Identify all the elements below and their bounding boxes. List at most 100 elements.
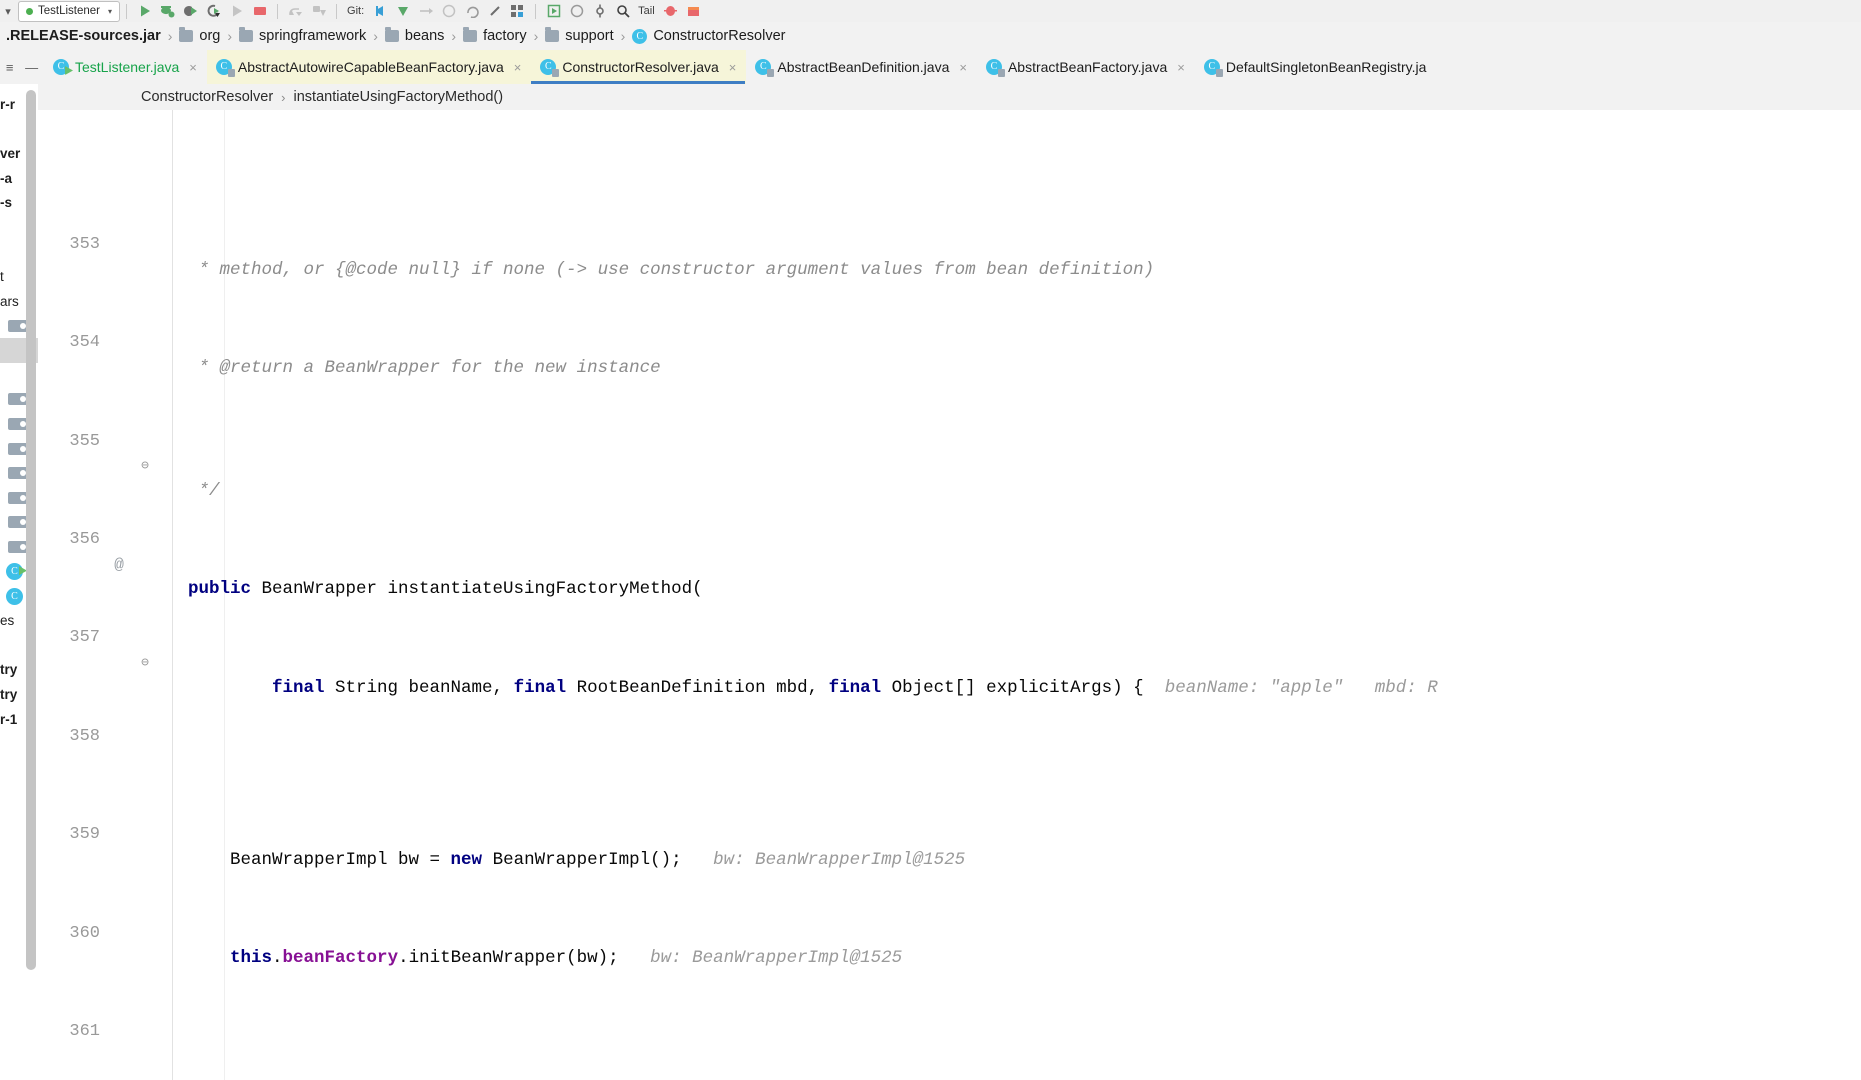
close-icon[interactable]: × bbox=[189, 60, 197, 75]
minimize-icon[interactable]: — bbox=[25, 60, 38, 75]
breadcrumb-springframework-label: springframework bbox=[259, 28, 367, 44]
edit-icon[interactable] bbox=[484, 1, 505, 21]
breadcrumb-item-beans[interactable]: beans bbox=[379, 22, 451, 50]
close-icon[interactable]: × bbox=[1177, 60, 1185, 75]
navigation-bar: .RELEASE-sources.jar › org › springframe… bbox=[0, 22, 1861, 51]
line-number: 355 bbox=[69, 431, 100, 451]
tab-label: DefaultSingletonBeanRegistry.ja bbox=[1225, 59, 1427, 75]
project-tool-window-strip[interactable]: r-r ver -a -s t ars C C es try try r-1 bbox=[0, 84, 39, 1080]
close-icon[interactable]: × bbox=[729, 60, 737, 75]
stop-icon[interactable] bbox=[249, 1, 270, 21]
push-icon[interactable] bbox=[415, 1, 436, 21]
external-tool-icon[interactable] bbox=[543, 1, 564, 21]
toolbar-divider-2 bbox=[277, 3, 279, 19]
breadcrumb-class-label: ConstructorResolver bbox=[653, 28, 786, 44]
breadcrumb-item-support[interactable]: support bbox=[539, 22, 619, 50]
toolbar-back-chevron-icon[interactable]: ▾ bbox=[0, 5, 16, 18]
breadcrumb-separator: › bbox=[167, 28, 173, 44]
breadcrumb-jar-label: .RELEASE-sources.jar bbox=[6, 28, 161, 44]
pull-icon[interactable] bbox=[308, 1, 329, 21]
breadcrumb-class-name[interactable]: ConstructorResolver bbox=[141, 89, 273, 105]
line-number: 360 bbox=[69, 923, 100, 943]
code-editor[interactable]: 353 * method, or {@code null} if none (-… bbox=[38, 110, 1861, 1080]
run-icon[interactable] bbox=[134, 1, 155, 21]
run-anything-icon[interactable] bbox=[566, 1, 587, 21]
folder-icon bbox=[239, 27, 254, 42]
code-line[interactable]: 355 ⊖ */ bbox=[38, 405, 1861, 501]
breadcrumb-item-org[interactable]: org bbox=[173, 22, 226, 50]
code-line[interactable]: 357 ⊖ final String beanName, final RootB… bbox=[38, 602, 1861, 697]
search-everywhere-icon[interactable] bbox=[612, 1, 633, 21]
breadcrumb-separator: › bbox=[227, 28, 233, 44]
breadcrumb-separator-icon: › bbox=[281, 89, 286, 105]
java-class-runnable-icon: C bbox=[53, 59, 69, 75]
debug-with-coverage-icon[interactable] bbox=[157, 1, 178, 21]
history-icon[interactable] bbox=[438, 1, 459, 21]
breadcrumb-separator: › bbox=[451, 28, 457, 44]
tab-testlistener-java[interactable]: C TestListener.java × bbox=[44, 50, 207, 84]
editor-breadcrumb: ConstructorResolver › instantiateUsingFa… bbox=[38, 84, 1861, 111]
bug-icon[interactable] bbox=[660, 1, 681, 21]
breadcrumb-item-jar[interactable]: .RELEASE-sources.jar bbox=[0, 22, 167, 50]
java-class-icon: C bbox=[985, 59, 1005, 77]
attach-debugger-icon[interactable] bbox=[203, 1, 224, 21]
tab-gutter-controls[interactable]: ≡ — bbox=[0, 50, 44, 84]
code-line[interactable]: 359 BeanWrapperImpl bw = new BeanWrapper… bbox=[38, 799, 1861, 870]
breadcrumb-method-name[interactable]: instantiateUsingFactoryMethod() bbox=[294, 89, 504, 105]
code-text: * method, or {@code null} if none (-> us… bbox=[188, 259, 1155, 280]
checkout-icon[interactable] bbox=[369, 1, 390, 21]
breadcrumb-separator: › bbox=[620, 28, 626, 44]
breadcrumb-item-springframework[interactable]: springframework bbox=[233, 22, 372, 50]
notifications-icon[interactable] bbox=[683, 1, 704, 21]
tab-abstractautowirecapablebeanfactory-java[interactable]: C AbstractAutowireCapableBeanFactory.jav… bbox=[206, 50, 532, 84]
project-scrollbar[interactable] bbox=[26, 90, 36, 970]
fold-collapse-icon[interactable]: ⊖ bbox=[134, 651, 156, 676]
settings-gear-icon[interactable] bbox=[589, 1, 610, 21]
line-number: 357 bbox=[69, 628, 100, 648]
java-class-icon: C bbox=[6, 587, 23, 605]
annotation-gutter-icon[interactable]: @ bbox=[108, 553, 130, 578]
run-config-status-dot-icon bbox=[26, 7, 33, 15]
code-content[interactable]: 353 * method, or {@code null} if none (-… bbox=[38, 110, 1861, 1080]
breadcrumb-item-class[interactable]: C ConstructorResolver bbox=[626, 22, 791, 50]
line-number: 354 bbox=[69, 333, 100, 353]
code-line[interactable]: 361 bbox=[38, 995, 1861, 1041]
close-icon[interactable]: × bbox=[514, 60, 522, 75]
java-class-icon: C bbox=[755, 59, 775, 77]
tab-constructorresolver-java[interactable]: C ConstructorResolver.java × bbox=[531, 50, 747, 84]
toolbar-divider-4 bbox=[535, 3, 537, 19]
code-line[interactable]: 360 this.beanFactory.initBeanWrapper(bw)… bbox=[38, 897, 1861, 969]
java-class-runnable-icon: C bbox=[6, 563, 23, 581]
tab-abstractbeanfactory-java[interactable]: C AbstractBeanFactory.java × bbox=[977, 50, 1195, 84]
breadcrumb-org-label: org bbox=[199, 28, 221, 44]
idea-window: ▾ TestListener ▾ Git: Tail .RELEASE-sour… bbox=[0, 0, 1861, 1080]
profile-icon[interactable] bbox=[180, 1, 201, 21]
code-text: */ bbox=[188, 480, 220, 501]
line-number: 358 bbox=[69, 726, 100, 746]
code-line[interactable]: 353 * method, or {@code null} if none (-… bbox=[38, 208, 1861, 280]
breadcrumb-support-label: support bbox=[565, 28, 614, 44]
pin-icon[interactable]: ≡ bbox=[6, 60, 14, 75]
breadcrumb-beans-label: beans bbox=[404, 28, 445, 44]
undo-icon[interactable] bbox=[461, 1, 482, 21]
fold-collapse-icon[interactable]: ⊖ bbox=[134, 454, 156, 479]
java-class-icon: C bbox=[540, 59, 560, 77]
code-line[interactable]: 356 @ public BeanWrapper instantiateUsin… bbox=[38, 504, 1861, 599]
rerun-disabled-icon bbox=[226, 1, 247, 21]
structure-icon[interactable] bbox=[507, 1, 528, 21]
breadcrumb-separator: › bbox=[373, 28, 378, 44]
tab-abstractbeandefinition-java[interactable]: C AbstractBeanDefinition.java × bbox=[746, 50, 977, 84]
main-toolbar: ▾ TestListener ▾ Git: Tail bbox=[0, 0, 1861, 23]
line-number: 359 bbox=[69, 825, 100, 845]
run-configuration-selector[interactable]: TestListener ▾ bbox=[18, 0, 121, 22]
code-line[interactable]: 354 * @return a BeanWrapper for the new … bbox=[38, 307, 1861, 378]
update-icon[interactable] bbox=[392, 1, 413, 21]
close-icon[interactable]: × bbox=[959, 60, 967, 75]
code-line[interactable]: 358 bbox=[38, 700, 1861, 746]
update-project-icon[interactable] bbox=[285, 1, 306, 21]
code-text: * @return a BeanWrapper for the new inst… bbox=[188, 357, 661, 378]
tab-label: TestListener.java bbox=[75, 59, 180, 75]
tab-label: AbstractBeanDefinition.java bbox=[777, 59, 950, 75]
breadcrumb-item-factory[interactable]: factory bbox=[457, 22, 533, 50]
tab-defaultsingletonbeanregistry-java[interactable]: C DefaultSingletonBeanRegistry.ja bbox=[1195, 50, 1437, 84]
